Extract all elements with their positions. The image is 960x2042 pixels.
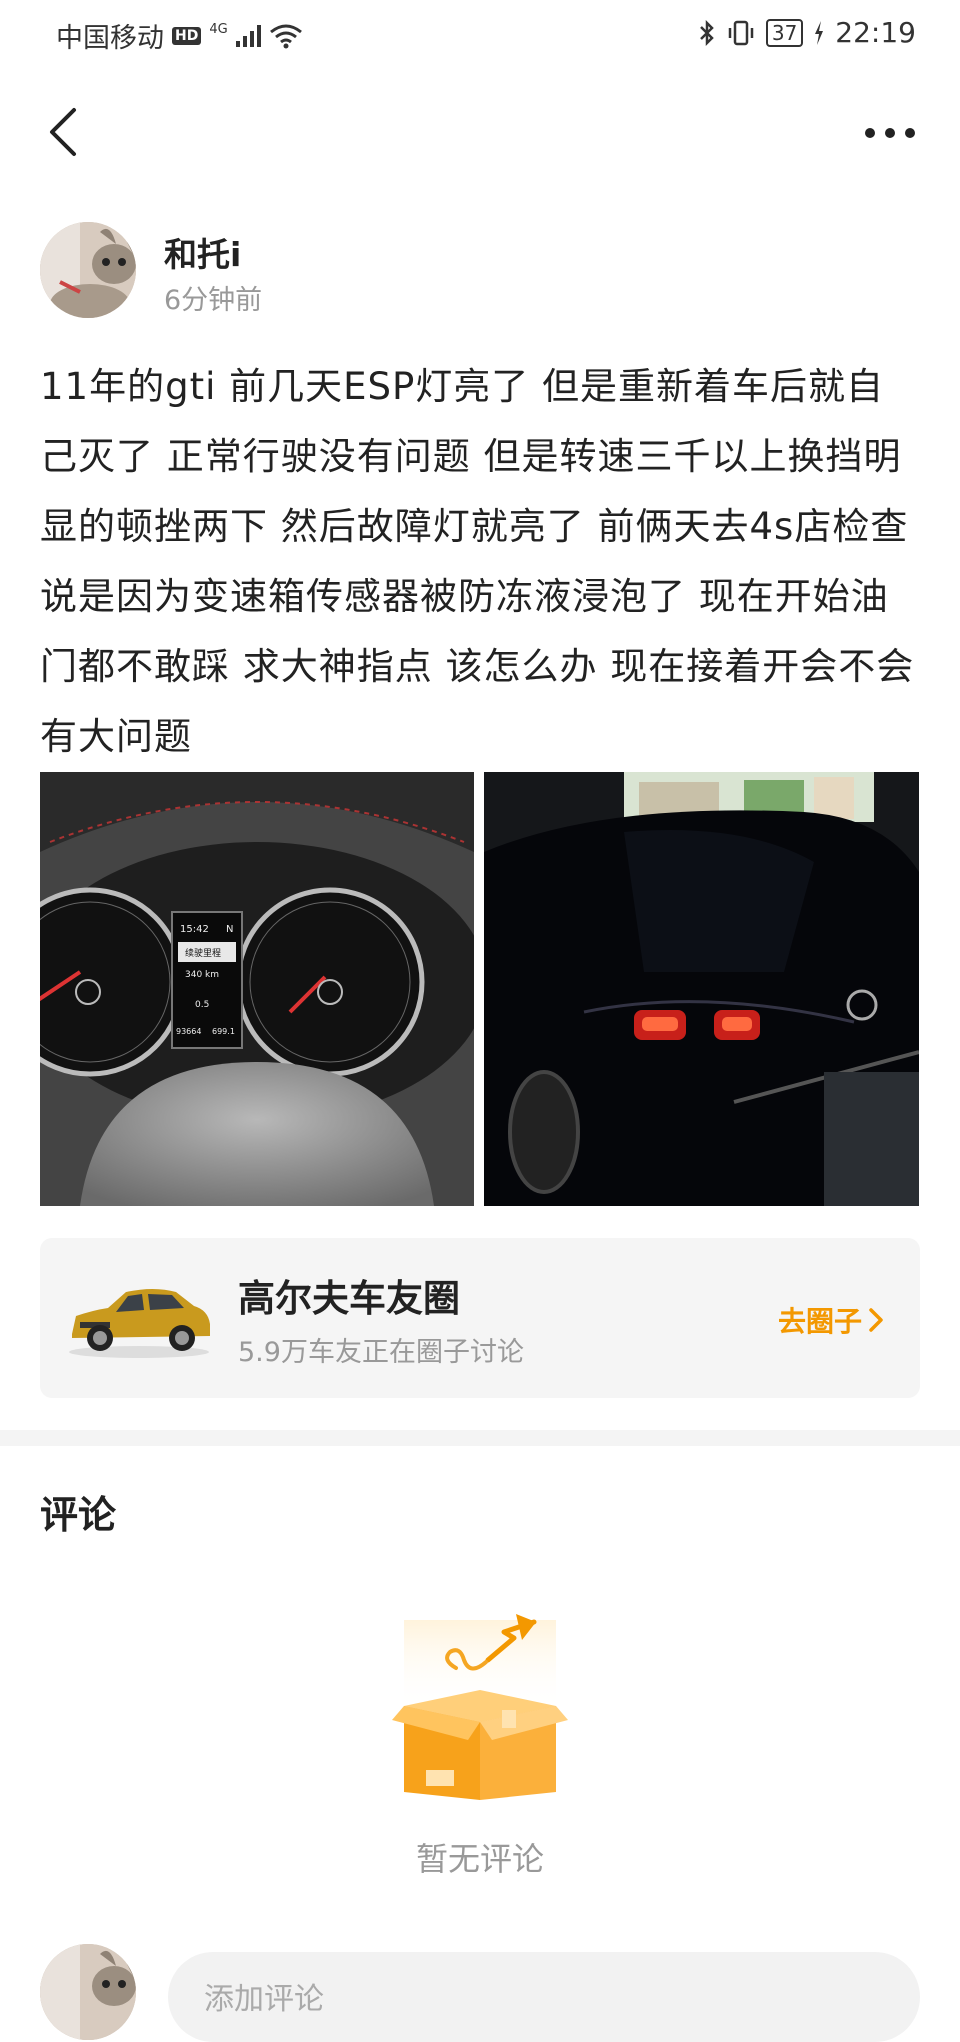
comment-placeholder: 添加评论 [204, 1982, 324, 2017]
nav-bar [0, 88, 960, 176]
dash-gear: N [226, 924, 233, 935]
comment-input[interactable]: 添加评论 [168, 1952, 920, 2042]
post-photo-car-rear[interactable] [484, 772, 919, 1206]
circle-name: 高尔夫车友圈 [238, 1277, 460, 1320]
post-author: 和托i 6分钟前 [40, 222, 920, 318]
section-divider [0, 1430, 960, 1446]
hd-badge: HD [172, 26, 202, 45]
comments-title: 评论 [40, 1493, 117, 1537]
empty-box-icon [392, 1614, 568, 1800]
status-right: 37 22:19 [698, 16, 916, 49]
charging-icon [815, 20, 824, 45]
network-type: 4G [209, 22, 228, 37]
dashboard-image: 15:42 N 续驶里程 340 km 0.5 93664 699.1 [40, 772, 474, 1206]
dash-odometer: 93664 [176, 1027, 201, 1036]
more-button[interactable] [860, 108, 920, 158]
car-circle-card[interactable]: 高尔夫车友圈 5.9万车友正在圈子讨论 去圈子 [40, 1238, 920, 1398]
status-bar: 中国移动 HD 4G 37 22:19 [0, 0, 960, 72]
empty-comments-text: 暂无评论 [415, 1840, 544, 1878]
dash-clock: 15:42 [180, 924, 209, 935]
dash-range: 340 km [185, 970, 219, 980]
clock: 22:19 [835, 16, 916, 49]
dash-temp: 0.5 [195, 1000, 209, 1010]
carrier-name: 中国移动 [56, 23, 164, 54]
circle-subtitle: 5.9万车友正在圈子讨论 [238, 1337, 524, 1368]
wifi-icon [269, 24, 302, 48]
status-left: 中国移动 HD 4G [56, 16, 303, 55]
golf-car-image [69, 1289, 210, 1358]
car-rear-image [484, 772, 919, 1206]
user-avatar[interactable] [40, 1944, 136, 2040]
go-circle-label: 去圈子 [777, 1305, 862, 1338]
back-button[interactable] [44, 102, 84, 162]
dash-range-label: 续驶里程 [185, 947, 221, 959]
more-dots-icon [865, 128, 915, 138]
go-circle-button[interactable]: 去圈子 [778, 1300, 884, 1340]
author-name[interactable]: 和托i [164, 228, 241, 276]
bluetooth-icon [699, 19, 714, 46]
signal-icon [235, 24, 261, 47]
post-photo-dashboard[interactable]: 15:42 N 续驶里程 340 km 0.5 93664 699.1 [40, 772, 474, 1206]
post-content: 11年的gti 前几天ESP灯亮了 但是重新着车后就自己灭了 正常行驶没有问题 … [40, 365, 915, 758]
author-avatar[interactable] [40, 222, 136, 318]
cat-avatar-image [40, 1944, 136, 2040]
cat-avatar-image [40, 222, 136, 318]
chevron-left-icon [50, 108, 76, 156]
vibrate-icon [728, 20, 754, 45]
battery-level: 37 [765, 18, 804, 47]
post-time: 6分钟前 [164, 285, 263, 316]
chevron-right-icon [869, 1308, 883, 1332]
dash-trip: 699.1 [212, 1027, 235, 1036]
